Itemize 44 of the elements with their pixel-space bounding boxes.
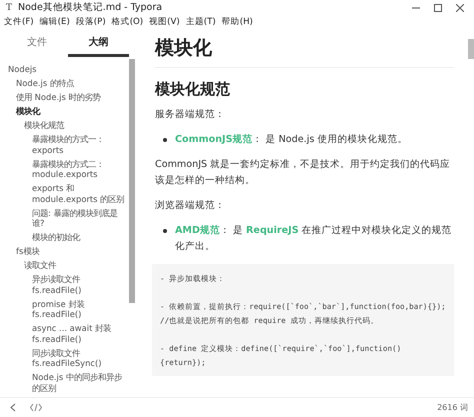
outline-item[interactable]: 使用 Node.js 时的劣势 [16, 92, 116, 102]
outline-item[interactable]: exports 和 module.exports 的区别 [32, 183, 125, 204]
outline-item[interactable]: 暴露模块的方式一：exports [32, 134, 125, 155]
menu-item[interactable]: 视图(V) [147, 16, 182, 28]
outline-item[interactable]: 问题: 暴露的模块到底是谁? [32, 208, 125, 228]
close-icon[interactable] [456, 4, 464, 12]
menu-item[interactable]: 编辑(E) [38, 16, 72, 28]
menu-item[interactable]: 段落(P) [74, 16, 108, 28]
scrollbar[interactable] [129, 59, 135, 303]
back-icon[interactable] [10, 403, 16, 412]
outline-item[interactable]: 异步读取文件 fs.readFile() [32, 274, 125, 295]
sidebar-tab[interactable]: 大纲 [68, 35, 129, 57]
bullet-icon [163, 229, 167, 233]
bullet-icon [163, 138, 167, 142]
outline-item[interactable]: 模块的初始化 [32, 232, 125, 242]
menu-item[interactable]: 文件(F) [2, 16, 36, 28]
subheading: 模块化规范 [155, 80, 231, 99]
menu-item[interactable]: 主题(T) [184, 16, 218, 28]
menu-item[interactable]: 格式(O) [110, 16, 146, 28]
window-title: Node其他模块笔记.md - Typora [18, 1, 164, 14]
heading: 模块化 [155, 35, 454, 68]
outline-item[interactable]: Nodejs [8, 64, 108, 74]
source-code-icon[interactable] [30, 403, 42, 412]
scrollbar[interactable] [468, 39, 474, 59]
sidebar-tab[interactable]: 文件 [6, 35, 68, 57]
list-item: AMD规范： 是 RequireJS 在推广过程中对模块化定义的规范化产出。 [175, 224, 453, 254]
outline-item[interactable]: 暴露模块的方式二：module.exports [32, 158, 125, 180]
outline-item[interactable]: Node.js 中的同步和异步的区别 [32, 372, 125, 393]
app-icon: T [4, 2, 14, 12]
outline-item[interactable]: 读取文件 [24, 260, 124, 270]
outline-item[interactable]: promise 封装 fs.readFile() [32, 298, 125, 320]
outline-item[interactable]: Node.js 的特点 [16, 78, 116, 88]
word-count: 2616 词 [437, 402, 468, 413]
paragraph: 浏览器端规范： [155, 199, 226, 213]
paragraph: 服务器端规范： [155, 108, 226, 122]
maximize-icon[interactable] [434, 4, 442, 12]
paragraph: CommonJS 就是一套约定标准，不是技术。用于约定我们的代码应该是怎样的一种结构。 [155, 158, 452, 188]
list-item: CommonJS规范： 是 Node.js 使用的模块化规范。 [175, 133, 408, 147]
outline-item[interactable]: fs模块 [16, 246, 116, 256]
outline-item[interactable]: 模块化规范 [24, 120, 124, 130]
menu-item[interactable]: 帮助(H) [220, 16, 255, 28]
outline-item[interactable]: 同步读取文件 fs.readFileSync() [32, 348, 125, 368]
outline-item[interactable]: 模块化 [16, 106, 116, 116]
outline-item[interactable]: async ... await 封装 fs.readFile() [32, 323, 125, 344]
